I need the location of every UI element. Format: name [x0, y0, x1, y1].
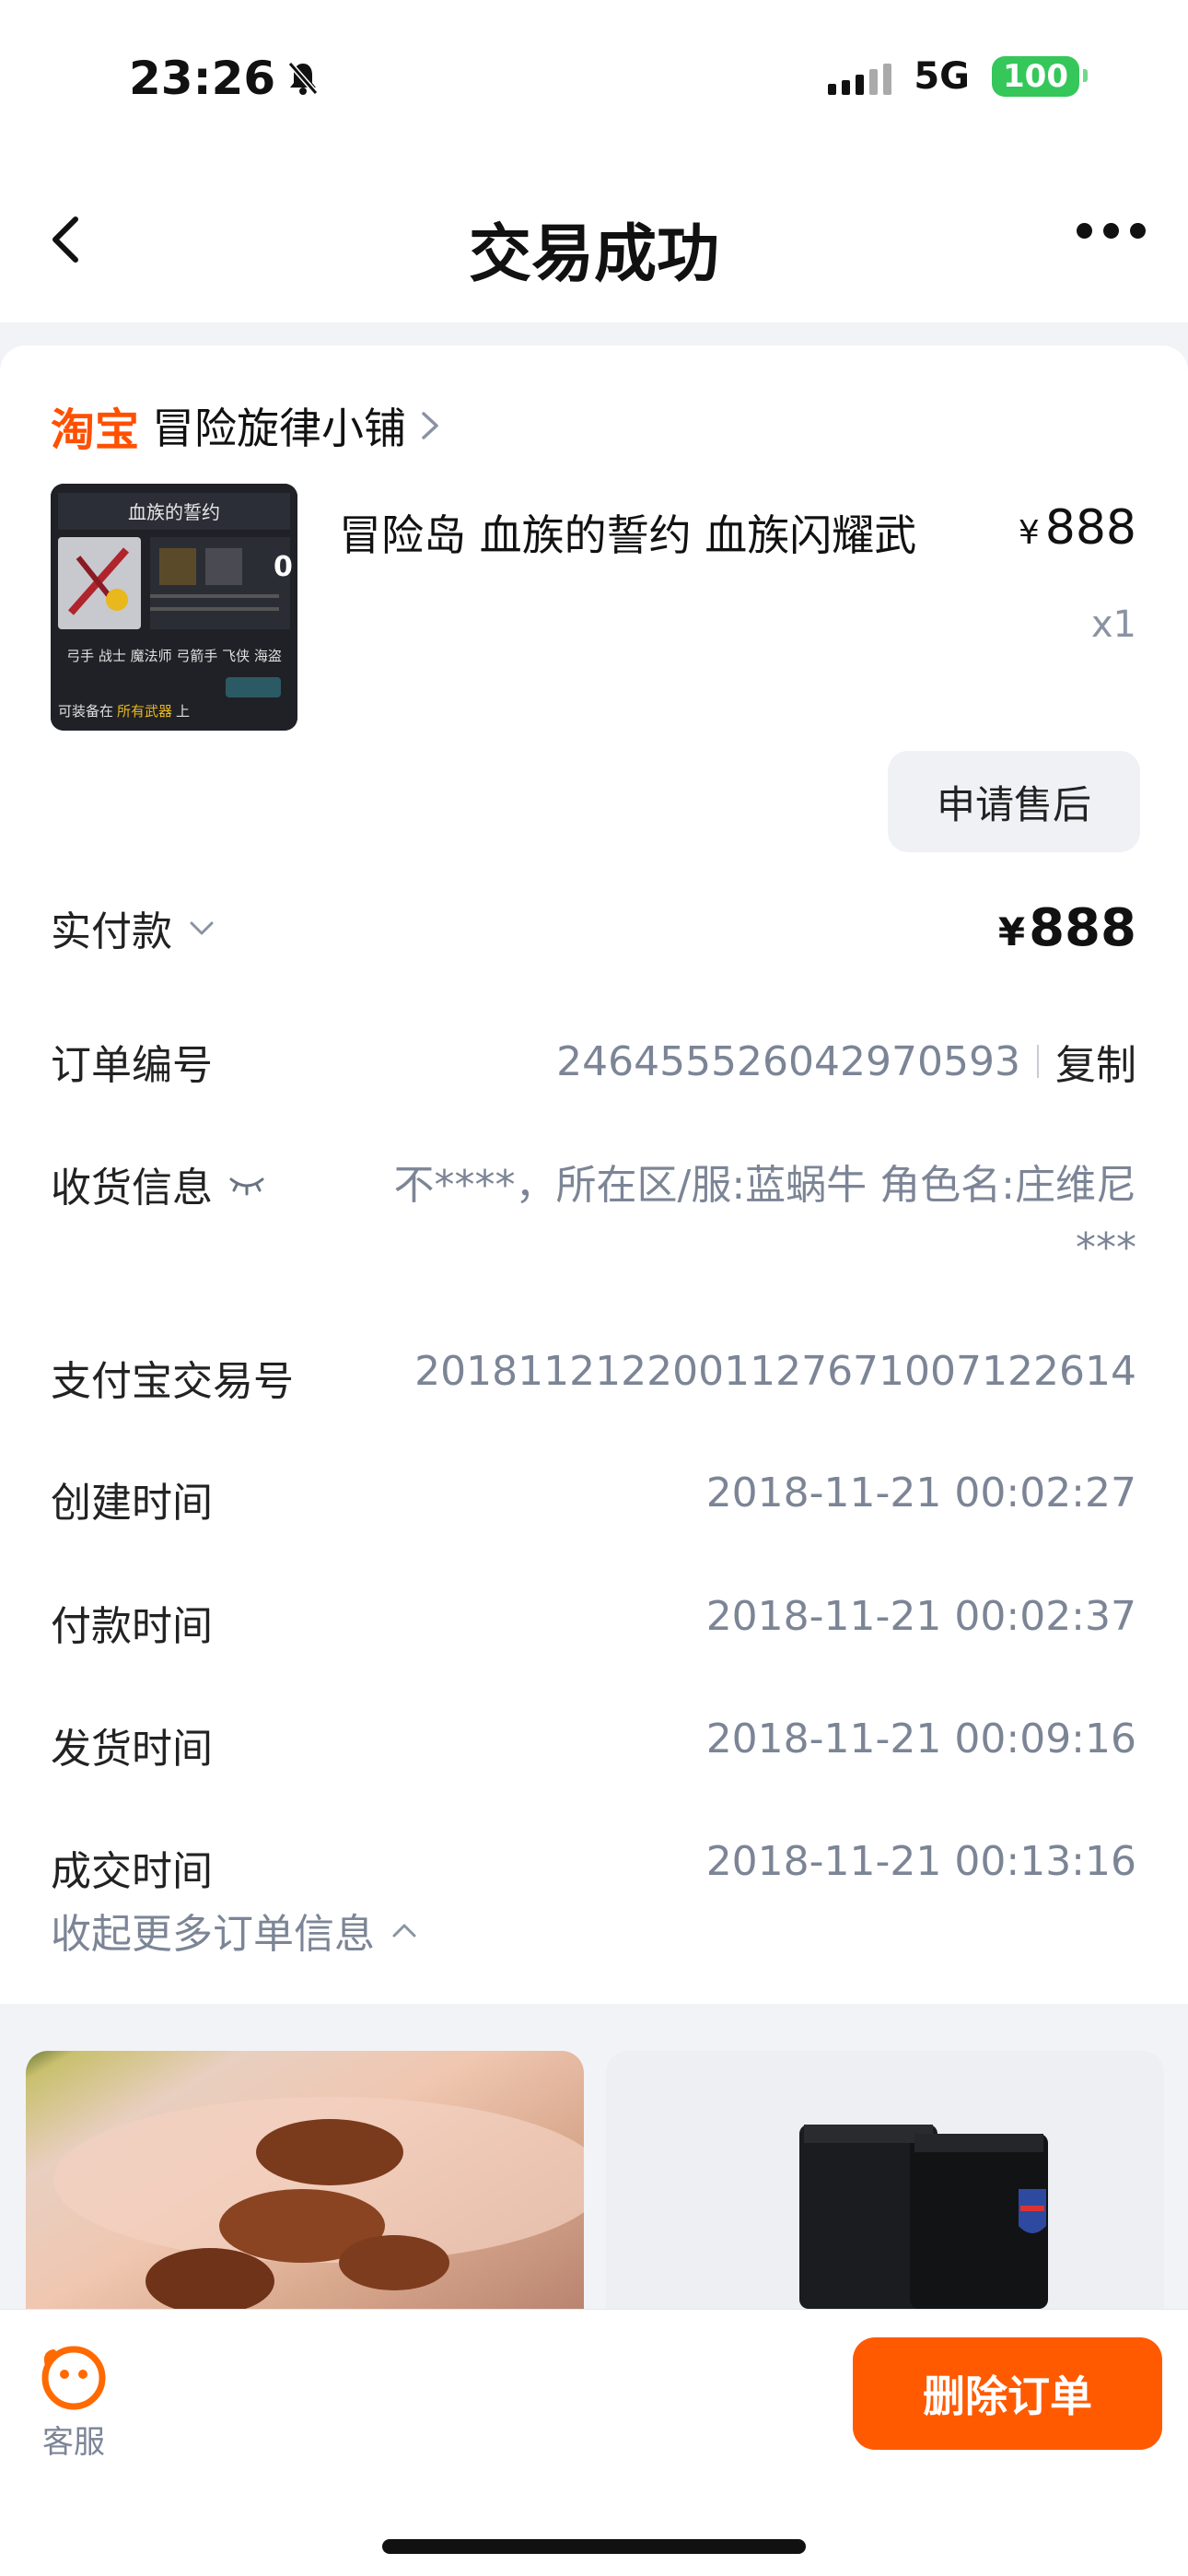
image-caption-end: 上: [176, 703, 190, 720]
copy-button[interactable]: 复制: [1055, 1032, 1136, 1091]
bottom-action-bar: 客服 删除订单: [0, 2309, 1188, 2576]
alipay-number: 2018112122001127671007122614: [414, 1348, 1136, 1395]
chevron-up-icon: [392, 1924, 416, 1938]
paid-row: 付款时间 2018-11-21 00:02:37: [51, 1593, 1136, 1652]
order-card: 淘宝 冒险旋律小铺 血族的誓约 0 弓手 战士 魔法师 弓箭手 飞侠 海盗 可装…: [0, 345, 1188, 2004]
status-time-text: 23:26: [129, 52, 276, 105]
payment-symbol: ¥: [997, 909, 1026, 954]
payment-label-group[interactable]: 实付款: [51, 898, 216, 957]
image-caption-bottom: 可装备在: [58, 703, 113, 720]
created-label: 创建时间: [51, 1480, 213, 1527]
more-options-icon[interactable]: [1077, 223, 1146, 239]
address-line-1: 不****，所在区/服:蓝蜗牛 角色名:庄维尼: [393, 1162, 1136, 1209]
payment-amount-value: 888: [1029, 898, 1136, 958]
chevron-right-icon: [422, 412, 438, 439]
customer-service-label: 客服: [42, 2424, 105, 2461]
rain-boots-image: [799, 2125, 1048, 2309]
image-caption-highlight: 所有武器: [117, 703, 172, 720]
address-value: 不****，所在区/服:蓝蜗牛 角色名:庄维尼 ***: [394, 1154, 1136, 1280]
shipped-row: 发货时间 2018-11-21 00:09:16: [51, 1715, 1136, 1774]
delete-order-button[interactable]: 删除订单: [853, 2337, 1162, 2450]
copy-divider: [1037, 1045, 1039, 1078]
created-time: 2018-11-21 00:02:27: [705, 1469, 1136, 1516]
customer-service-icon: [41, 2346, 106, 2410]
payment-label: 实付款: [51, 908, 172, 955]
svg-text:可装备在所有武器上: 可装备在 所有武器上: [58, 703, 190, 720]
customer-service-button[interactable]: 客服: [41, 2345, 107, 2462]
product-image[interactable]: 血族的誓约 0 弓手 战士 魔法师 弓箭手 飞侠 海盗 可装备在 所有武器上: [51, 484, 297, 731]
battery-icon: 100: [992, 56, 1088, 97]
home-indicator[interactable]: [382, 2539, 806, 2554]
collapse-label: 收起更多订单信息: [51, 1911, 375, 1958]
status-bar: 23:26 5G 100: [0, 0, 1188, 157]
image-classes: 弓手 战士 魔法师 弓箭手 飞侠 海盗: [66, 648, 282, 664]
product-image-art: 血族的誓约 0 弓手 战士 魔法师 弓箭手 飞侠 海盗 可装备在 所有武器上: [51, 484, 297, 731]
payment-amount: ¥888: [998, 898, 1136, 958]
shop-name: 冒险旋律小铺: [152, 404, 407, 453]
signal-icon: [828, 58, 892, 95]
eye-closed-icon[interactable]: [227, 1170, 266, 1198]
nav-bar: 交易成功: [0, 157, 1188, 322]
alipay-label: 支付宝交易号: [51, 1358, 294, 1405]
closed-row: 成交时间 2018-11-21 00:13:16: [51, 1838, 1136, 1897]
product-price: ¥888: [1019, 500, 1136, 556]
recommend-item-dried-fruit[interactable]: [26, 2051, 584, 2309]
dried-fruit-image: [53, 2097, 584, 2309]
network-type: 5G: [914, 55, 971, 98]
image-caption-top: 血族的誓约: [128, 501, 220, 523]
created-row: 创建时间 2018-11-21 00:02:27: [51, 1469, 1136, 1528]
bell-muted-icon: [287, 62, 319, 95]
order-number-label: 订单编号: [51, 1042, 213, 1089]
address-line-2: ***: [1076, 1224, 1136, 1271]
taobao-logo: 淘宝: [51, 404, 140, 456]
payment-row: 实付款 ¥888: [51, 898, 1136, 958]
price-symbol: ¥: [1018, 514, 1040, 552]
status-indicators: 5G 100: [828, 55, 1088, 98]
shipped-time: 2018-11-21 00:09:16: [705, 1715, 1136, 1762]
order-number-value-group: 2464555260429705​93 复制: [556, 1032, 1136, 1091]
alipay-row: 支付宝交易号 2018112122001127671007122614: [51, 1348, 1136, 1407]
price-value: 888: [1044, 500, 1136, 556]
page-title: 交易成功: [468, 218, 719, 291]
collapse-order-info[interactable]: 收起更多订单信息: [51, 1901, 419, 1960]
shipped-label: 发货时间: [51, 1726, 213, 1773]
address-row: 收货信息 不****，所在区/服:蓝蜗牛 角色名:庄维尼 ***: [51, 1154, 1136, 1280]
product-quantity: x1: [1090, 603, 1136, 646]
closed-label: 成交时间: [51, 1848, 213, 1895]
address-label-group: 收货信息: [51, 1154, 266, 1213]
chevron-down-icon: [190, 921, 214, 935]
recommend-item-rain-boots[interactable]: [606, 2051, 1164, 2309]
paid-label: 付款时间: [51, 1603, 213, 1650]
paid-time: 2018-11-21 00:02:37: [705, 1593, 1136, 1640]
status-time: 23:26: [129, 52, 321, 105]
image-badge: 0: [274, 551, 293, 583]
address-label: 收货信息: [51, 1165, 213, 1212]
closed-time: 2018-11-21 00:13:16: [705, 1838, 1136, 1885]
order-number-row: 订单编号 2464555260429705​93 复制: [51, 1032, 1136, 1091]
aftersale-button[interactable]: 申请售后: [888, 751, 1140, 852]
product-title[interactable]: 冒险岛 血族的誓约 血族闪耀武: [339, 502, 916, 563]
order-number: 2464555260429705​93: [556, 1037, 1020, 1085]
shop-link[interactable]: 淘宝 冒险旋律小铺: [51, 393, 441, 458]
